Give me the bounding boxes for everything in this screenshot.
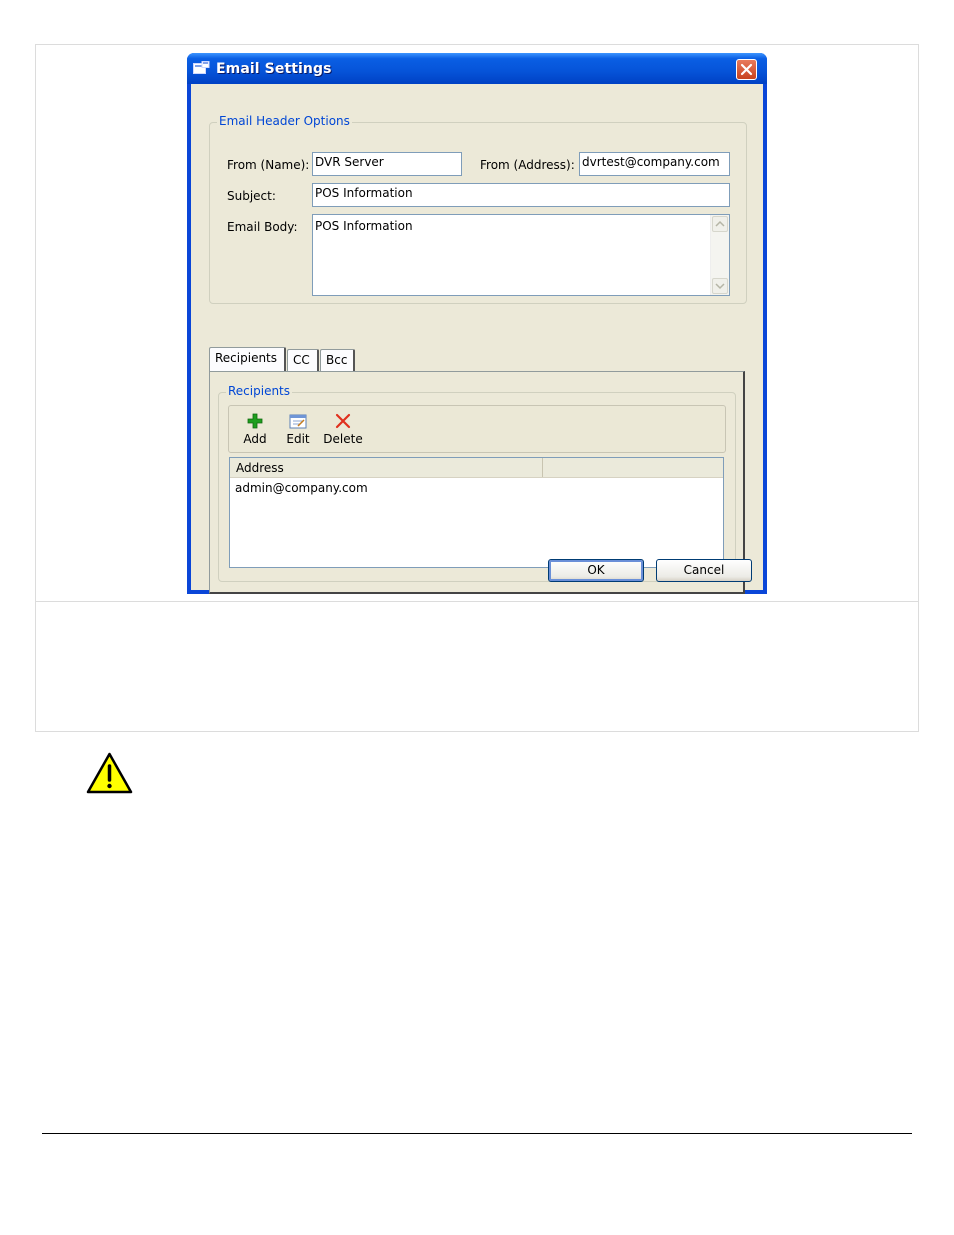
recipients-toolbar: Add Edit Delete: [228, 405, 726, 453]
from-address-label: From (Address):: [480, 158, 575, 172]
dialog-client-area: Email Header Options From (Name): DVR Se…: [191, 84, 763, 594]
footer-divider: [42, 1133, 912, 1134]
column-header-blank[interactable]: [544, 458, 722, 477]
from-name-field[interactable]: DVR Server: [312, 152, 462, 176]
from-address-field[interactable]: dvrtest@company.com: [579, 152, 730, 176]
subject-field[interactable]: POS Information: [312, 183, 730, 207]
edit-label: Edit: [286, 432, 310, 446]
delete-label: Delete: [323, 432, 363, 446]
tab-bcc[interactable]: Bcc: [320, 349, 355, 371]
window-app-icon: [193, 61, 210, 74]
edit-button[interactable]: Edit: [285, 412, 311, 446]
cancel-button[interactable]: Cancel: [656, 559, 752, 582]
window-title: Email Settings: [216, 61, 332, 77]
email-header-options-group: Email Header Options From (Name): DVR Se…: [209, 114, 747, 304]
email-body-scrollbar[interactable]: [710, 215, 729, 295]
title-bar[interactable]: Email Settings: [187, 53, 767, 84]
warning-triangle-icon: [86, 752, 133, 794]
add-label: Add: [243, 432, 267, 446]
email-body-label: Email Body:: [227, 220, 298, 234]
email-body-text: POS Information: [315, 219, 413, 233]
ok-button[interactable]: OK: [548, 559, 644, 582]
email-body-field[interactable]: POS Information: [312, 214, 730, 296]
from-name-label: From (Name):: [227, 158, 310, 172]
document-frame-divider: [35, 601, 919, 602]
edit-form-icon: [289, 414, 307, 429]
recipients-legend: Recipients: [226, 384, 293, 398]
list-header: Address: [230, 458, 723, 478]
chevron-up-icon: [715, 220, 725, 227]
recipients-list[interactable]: Address admin@company.com: [229, 457, 724, 568]
email-header-options-legend: Email Header Options: [217, 114, 352, 128]
scroll-up-button[interactable]: [712, 216, 728, 232]
email-settings-dialog: Email Settings Email Header Options From…: [187, 53, 767, 594]
tab-recipients[interactable]: Recipients: [209, 347, 286, 372]
tab-cc[interactable]: CC: [287, 349, 319, 371]
delete-button[interactable]: Delete: [323, 412, 363, 446]
close-button[interactable]: [736, 59, 757, 80]
chevron-down-icon: [715, 283, 725, 290]
subject-label: Subject:: [227, 189, 276, 203]
recipients-group: Recipients Add Edit Delete Address admin…: [218, 384, 736, 582]
table-row[interactable]: admin@company.com: [235, 481, 368, 495]
scroll-down-button[interactable]: [712, 278, 728, 294]
column-header-address[interactable]: Address: [230, 458, 543, 477]
red-x-icon: [335, 413, 351, 429]
close-icon: [740, 63, 753, 76]
green-plus-icon: [247, 413, 263, 429]
add-button[interactable]: Add: [241, 412, 269, 446]
